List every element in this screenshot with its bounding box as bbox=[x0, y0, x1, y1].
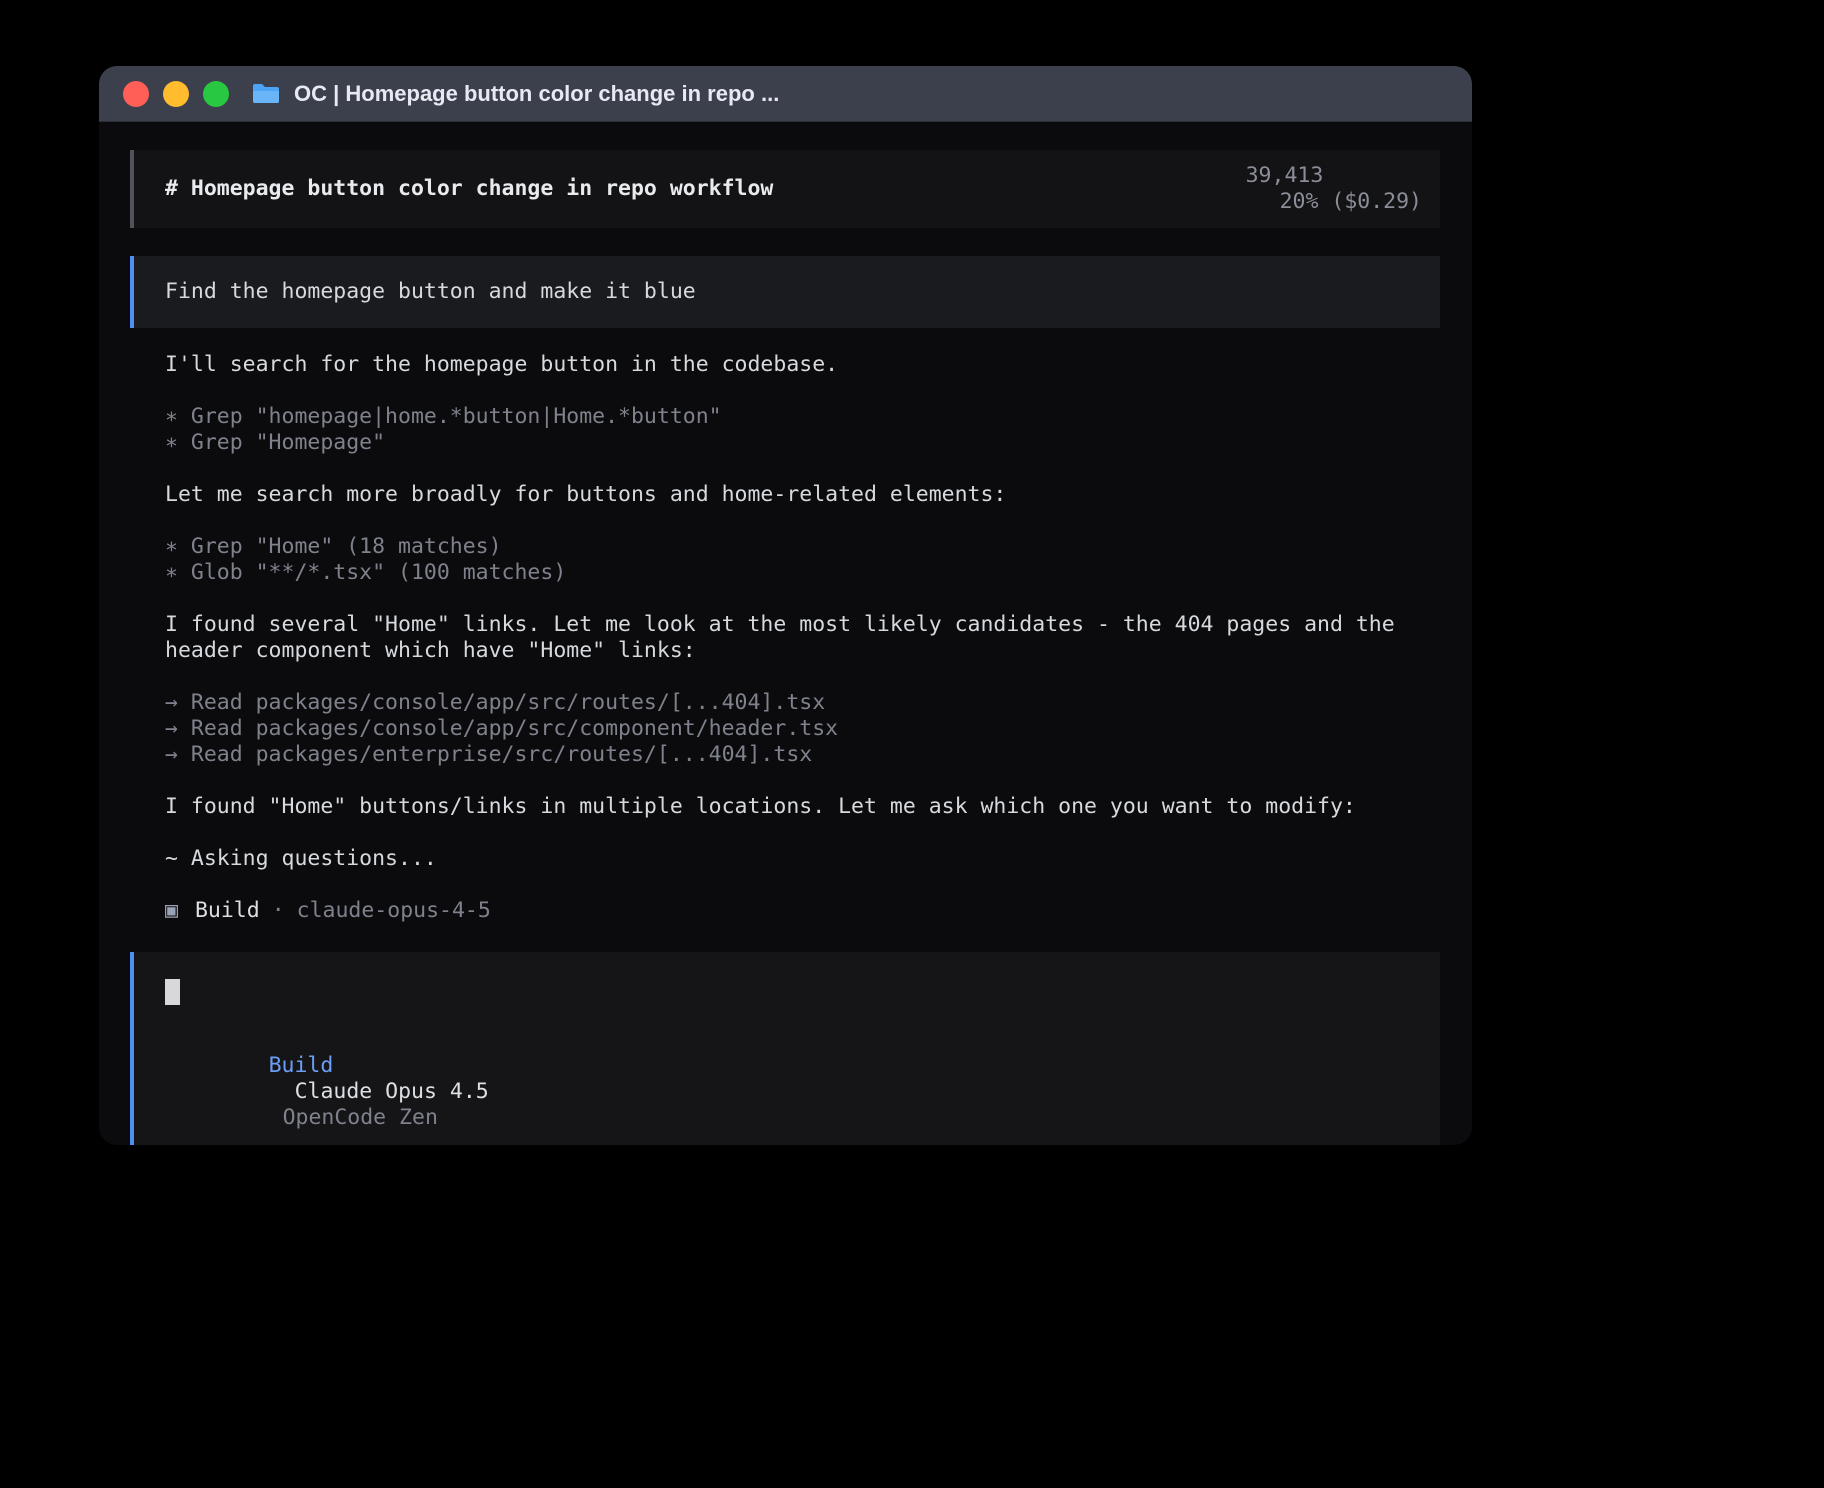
tool-call-glob: ∗ Glob "**/*.tsx" (100 matches) bbox=[165, 560, 1440, 586]
session-title: # Homepage button color change in repo w… bbox=[165, 176, 773, 202]
session-stats: 39,413 20% ($0.29) bbox=[1142, 137, 1422, 241]
provider-name: OpenCode Zen bbox=[283, 1105, 438, 1130]
token-count: 39,413 bbox=[1246, 163, 1324, 188]
tool-call-read: → Read packages/enterprise/src/routes/[.… bbox=[165, 742, 1440, 768]
terminal-content: # Homepage button color change in repo w… bbox=[99, 150, 1472, 1145]
close-button[interactable] bbox=[123, 81, 149, 107]
agent-separator: · bbox=[272, 898, 285, 924]
prompt-input[interactable]: Build Claude Opus 4.5 OpenCode Zen bbox=[130, 952, 1440, 1145]
maximize-button[interactable] bbox=[203, 81, 229, 107]
model-name: Claude Opus 4.5 bbox=[295, 1079, 489, 1104]
folder-icon bbox=[251, 82, 281, 106]
titlebar[interactable]: OC | Homepage button color change in rep… bbox=[99, 66, 1472, 122]
tool-call-grep: ∗ Grep "Homepage" bbox=[165, 430, 1440, 456]
session-header: # Homepage button color change in repo w… bbox=[130, 150, 1440, 228]
terminal-window: OC | Homepage button color change in rep… bbox=[99, 66, 1472, 1145]
tool-call-grep: ∗ Grep "homepage|home.*button|Home.*butt… bbox=[165, 404, 1440, 430]
window-controls bbox=[123, 81, 229, 107]
mode-badge: Build bbox=[269, 1053, 334, 1078]
input-mode-row: Build Claude Opus 4.5 OpenCode Zen bbox=[165, 1027, 1440, 1145]
tool-call-read: → Read packages/console/app/src/routes/[… bbox=[165, 690, 1440, 716]
window-title: OC | Homepage button color change in rep… bbox=[294, 81, 779, 107]
user-message-text: Find the homepage button and make it blu… bbox=[165, 279, 696, 305]
context-usage: 20% ($0.29) bbox=[1280, 189, 1422, 214]
assistant-text: I'll search for the homepage button in t… bbox=[165, 352, 1440, 378]
assistant-text: I found several "Home" links. Let me loo… bbox=[165, 612, 1440, 664]
tool-call-grep: ∗ Grep "Home" (18 matches) bbox=[165, 534, 1440, 560]
text-cursor bbox=[165, 979, 180, 1005]
user-message: Find the homepage button and make it blu… bbox=[130, 256, 1440, 328]
agent-name: Build bbox=[195, 898, 260, 924]
assistant-text: Let me search more broadly for buttons a… bbox=[165, 482, 1440, 508]
minimize-button[interactable] bbox=[163, 81, 189, 107]
assistant-text: I found "Home" buttons/links in multiple… bbox=[165, 794, 1440, 820]
agent-icon: ▣ bbox=[165, 898, 178, 924]
agent-row: ▣ Build · claude-opus-4-5 bbox=[165, 898, 1440, 924]
tool-call-read: → Read packages/console/app/src/componen… bbox=[165, 716, 1440, 742]
assistant-status-text: ~ Asking questions... bbox=[165, 846, 1440, 872]
agent-model: claude-opus-4-5 bbox=[297, 898, 491, 924]
